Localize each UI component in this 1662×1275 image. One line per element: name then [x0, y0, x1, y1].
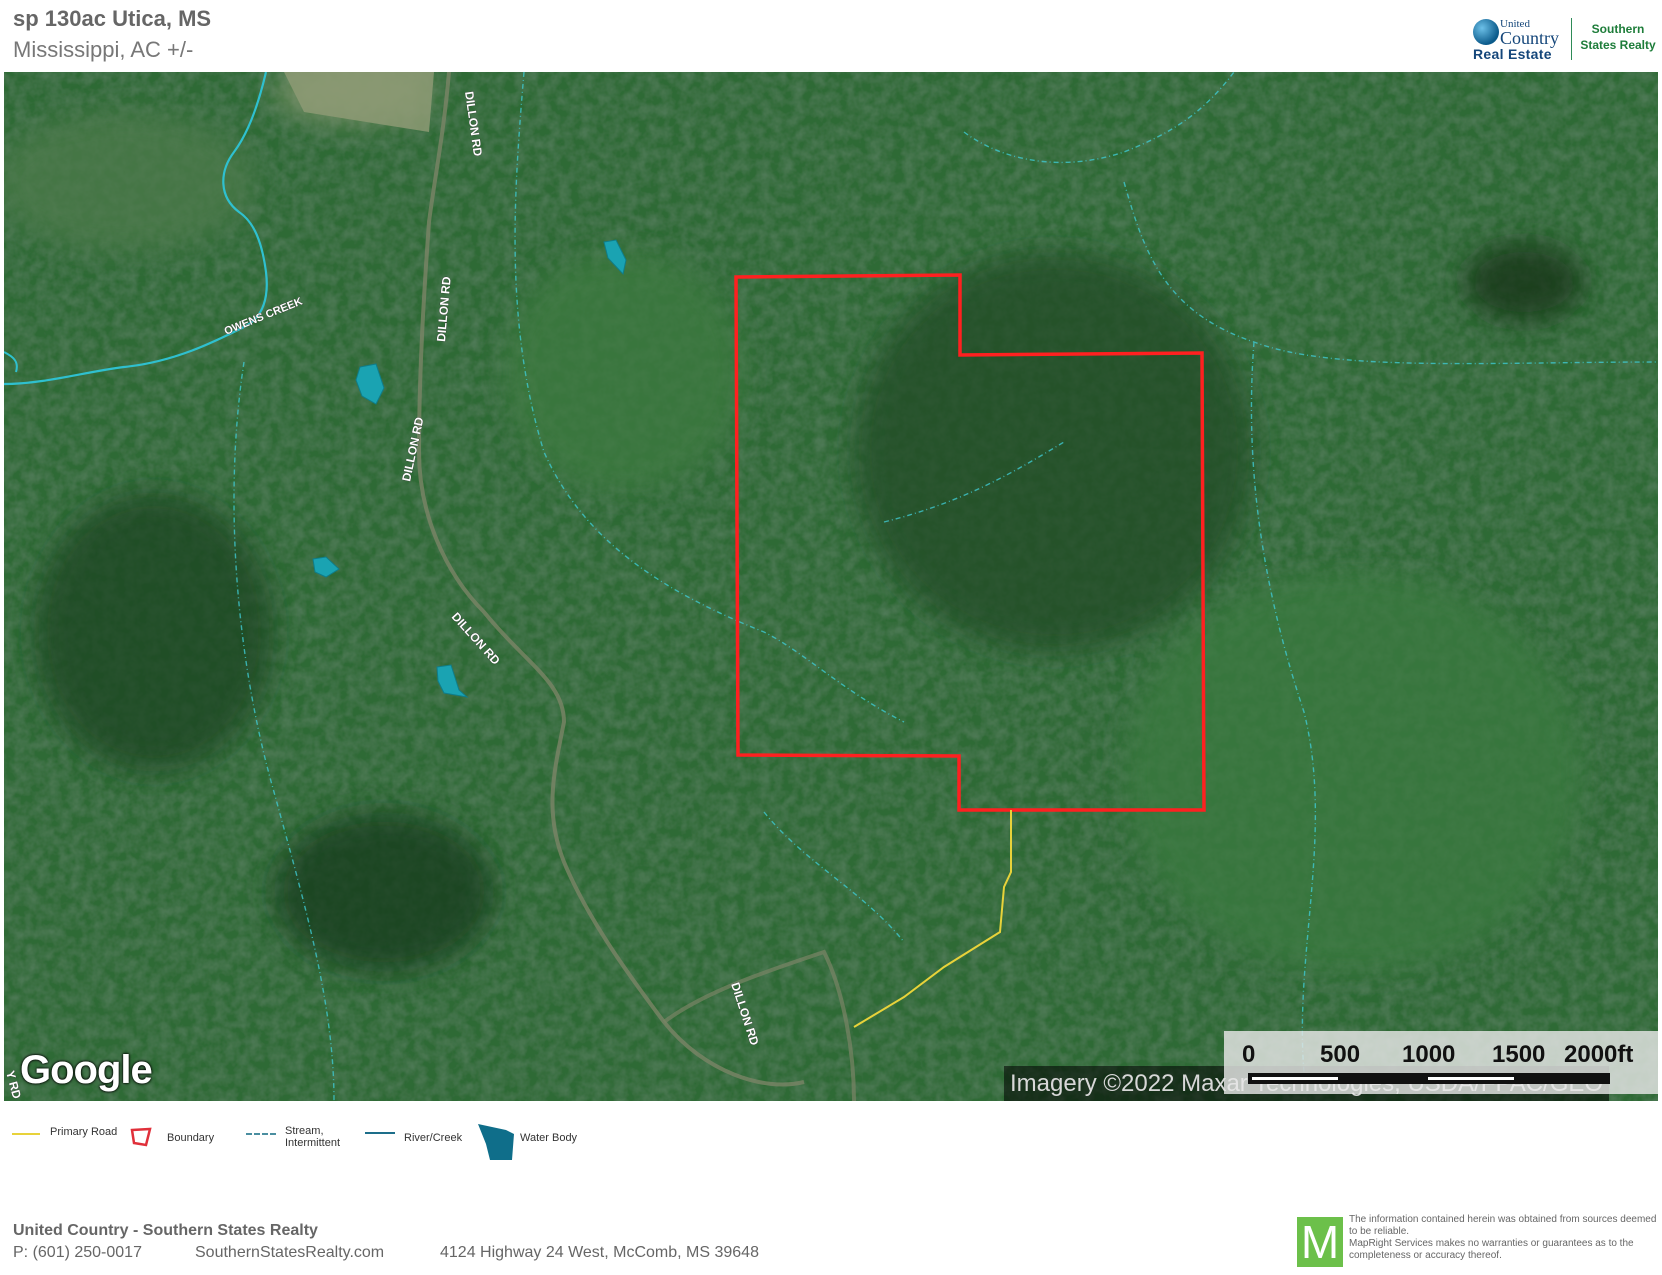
map-imagery: DILLON RD DILLON RD DILLON RD DILLON RD … [4, 72, 1658, 1101]
logo-states-realty: States Realty [1580, 38, 1656, 52]
scale-label-2000: 2000ft [1564, 1041, 1634, 1068]
globe-icon [1473, 19, 1499, 45]
footer-company: United Country - Southern States Realty [13, 1222, 318, 1239]
scale-label-1500: 1500 [1492, 1041, 1546, 1068]
scale-segment [1428, 1077, 1514, 1080]
scale-label-1000: 1000 [1402, 1041, 1456, 1068]
footer-website[interactable]: SouthernStatesRealty.com [195, 1244, 384, 1262]
scale-segment [1252, 1077, 1338, 1080]
footer-phone: P: (601) 250-0017 [13, 1244, 142, 1261]
united-country-logo: United Country Real Estate Southern Stat… [1470, 16, 1658, 64]
disclaimer-line-2: MapRight Services makes no warranties or… [1349, 1238, 1634, 1261]
legend-stream-line1: Stream, [285, 1125, 324, 1137]
scale-label-0: 0 [1242, 1041, 1256, 1068]
mapright-logo: M [1297, 1217, 1343, 1267]
stream-swatch [246, 1133, 276, 1135]
google-logo: Google [20, 1048, 153, 1092]
legend-boundary: Boundary [167, 1132, 215, 1144]
scale-bar-graphic [1248, 1073, 1610, 1084]
map-title: sp 130ac Utica, MS [13, 6, 212, 31]
primary-road-swatch [12, 1133, 40, 1135]
legend-stream: Stream, Intermittent [285, 1125, 340, 1149]
logo-real-estate: Real Estate [1473, 46, 1552, 62]
logo-divider [1571, 18, 1572, 60]
legend-water-body: Water Body [520, 1132, 578, 1144]
footer-address: 4124 Highway 24 West, McComb, MS 39648 [440, 1244, 759, 1261]
legend-river-creek: River/Creek [404, 1132, 463, 1144]
water-body-swatch [478, 1124, 514, 1160]
footer-disclaimer: The information contained herein was obt… [1349, 1214, 1659, 1262]
legend-stream-line2: Intermittent [285, 1137, 341, 1149]
scale-label-500: 500 [1320, 1041, 1361, 1068]
river-swatch [365, 1132, 395, 1134]
scale-bar: 0 500 1000 1500 2000ft [1224, 1031, 1658, 1094]
satellite-map[interactable]: DILLON RD DILLON RD DILLON RD DILLON RD … [4, 72, 1658, 1101]
legend-primary-road: Primary Road [50, 1126, 118, 1138]
boundary-swatch [130, 1127, 152, 1147]
logo-southern: Southern [1591, 22, 1645, 36]
disclaimer-line-1: The information contained herein was obt… [1349, 1214, 1657, 1237]
map-legend: Primary Road Boundary Stream, Intermitte… [0, 1122, 700, 1166]
map-subtitle: Mississippi, AC +/- [13, 37, 194, 62]
